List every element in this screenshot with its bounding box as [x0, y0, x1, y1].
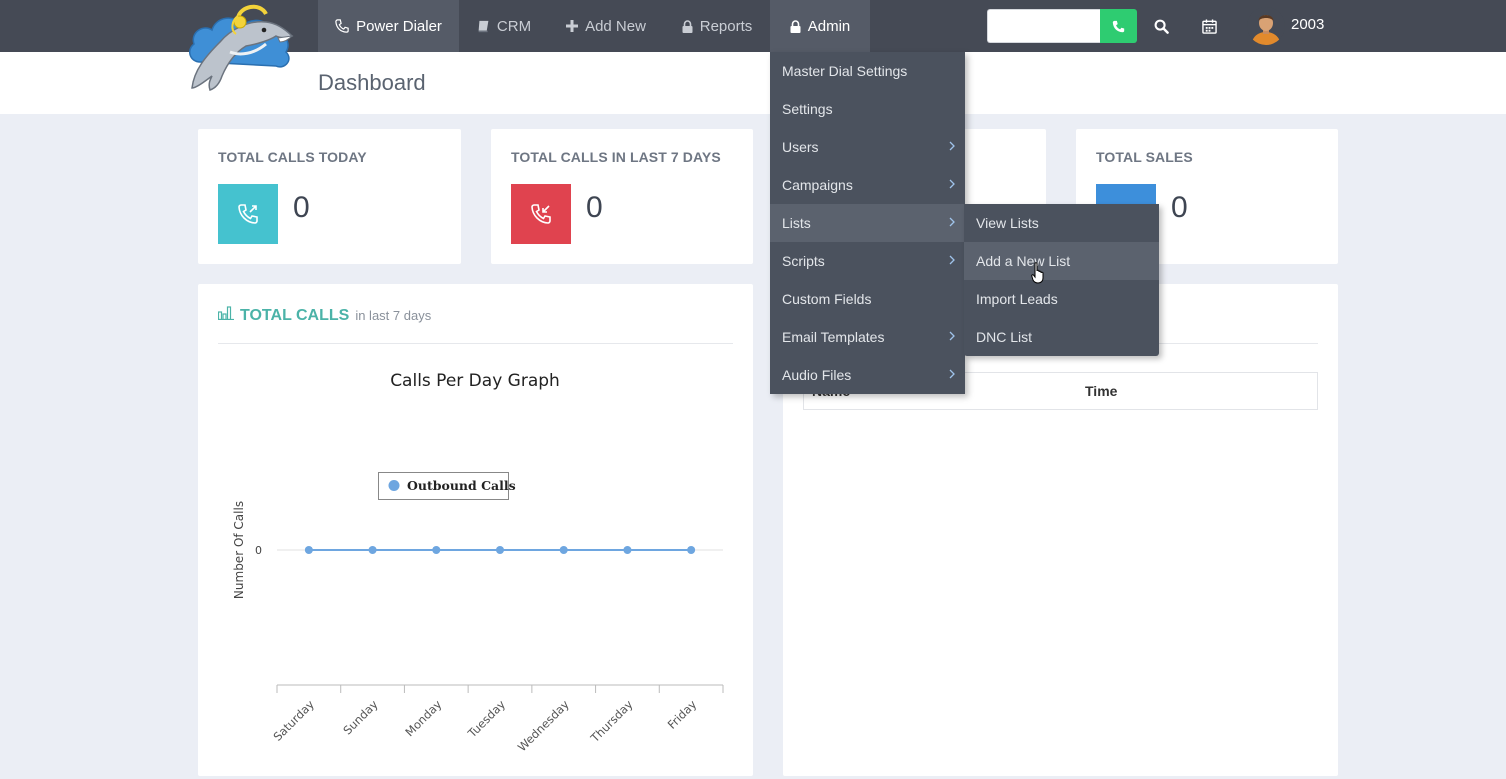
column-header-time[interactable]: Time [1085, 383, 1117, 399]
chevron-right-icon [949, 141, 955, 151]
data-point [304, 546, 313, 554]
x-tick-label: Thursday [587, 697, 636, 746]
admin-dropdown-menu: Master Dial Settings Settings Users Camp… [770, 52, 965, 394]
x-tick-label: Friday [665, 697, 700, 732]
total-calls-panel: TOTAL CALLS in last 7 days Calls Per Day… [198, 284, 753, 776]
user-avatar[interactable] [1247, 7, 1285, 45]
chevron-right-icon [949, 369, 955, 379]
phone-outgoing-icon [238, 204, 258, 224]
menu-item-label: Audio Files [782, 367, 852, 383]
nav-power-dialer[interactable]: Power Dialer [318, 0, 459, 52]
submenu-item-dnc-list[interactable]: DNC List [964, 318, 1159, 356]
menu-item-label: DNC List [976, 329, 1033, 345]
menu-item-audio-files[interactable]: Audio Files [770, 356, 965, 394]
menu-item-campaigns[interactable]: Campaigns [770, 166, 965, 204]
menu-item-label: Settings [782, 101, 833, 117]
dial-number-input[interactable] [987, 9, 1100, 43]
chevron-right-icon [949, 255, 955, 265]
menu-item-scripts[interactable]: Scripts [770, 242, 965, 280]
menu-item-email-templates[interactable]: Email Templates [770, 318, 965, 356]
lock-icon [682, 19, 693, 33]
legend-label: Outbound Calls [407, 478, 516, 493]
data-point [623, 546, 632, 554]
nav-add-new[interactable]: Add New [556, 0, 656, 52]
lock-icon [790, 19, 801, 33]
nav-reports-label: Reports [699, 17, 753, 35]
stat-card-calls-today: TOTAL CALLS TODAY 0 [198, 129, 461, 264]
stat-icon-box [218, 184, 278, 244]
chart-legend[interactable]: Outbound Calls [378, 472, 516, 500]
menu-item-label: Import Leads [976, 291, 1058, 307]
x-tick-label: Tuesday [464, 697, 508, 741]
y-tick-label: 0 [255, 544, 262, 557]
data-point [496, 546, 504, 554]
chevron-right-icon [949, 217, 955, 227]
user-extension: 2003 [1291, 16, 1325, 33]
stat-title: TOTAL SALES [1096, 149, 1193, 165]
menu-item-label: Add a New List [976, 253, 1071, 269]
y-axis-label: Number Of Calls [232, 501, 246, 599]
menu-item-custom-fields[interactable]: Custom Fields [770, 280, 965, 318]
stat-title: TOTAL CALLS TODAY [218, 149, 367, 165]
submenu-item-add-new-list[interactable]: Add a New List [964, 242, 1159, 280]
phone-icon [335, 19, 349, 33]
menu-item-label: Lists [782, 215, 811, 231]
nav-crm-label: CRM [496, 17, 532, 35]
menu-item-master-dial-settings[interactable]: Master Dial Settings [770, 52, 965, 90]
book-icon [478, 20, 489, 32]
x-tick-label: Wednesday [515, 697, 572, 754]
nav-admin[interactable]: Admin [770, 0, 870, 52]
phone-icon [1112, 20, 1125, 32]
submenu-item-import-leads[interactable]: Import Leads [964, 280, 1159, 318]
chevron-right-icon [949, 179, 955, 189]
menu-item-label: Master Dial Settings [782, 63, 908, 79]
nav-admin-label: Admin [807, 17, 851, 35]
menu-item-label: Custom Fields [782, 291, 872, 307]
phone-incoming-icon [531, 204, 551, 224]
data-point [368, 546, 377, 554]
stat-value: 0 [586, 191, 603, 224]
search-button[interactable] [1149, 14, 1173, 38]
menu-item-label: Users [782, 139, 819, 155]
legend-marker [388, 480, 400, 491]
stat-value: 0 [293, 191, 310, 224]
menu-item-label: Scripts [782, 253, 825, 269]
menu-item-settings[interactable]: Settings [770, 90, 965, 128]
hand-cursor-icon [1031, 262, 1044, 284]
x-tick-label: Sunday [340, 697, 380, 737]
submenu-item-view-lists[interactable]: View Lists [964, 204, 1159, 242]
calls-per-day-chart: Calls Per Day Graph Outbound Calls Numbe… [232, 371, 724, 754]
brand-logo[interactable] [180, 0, 310, 95]
nav-reports[interactable]: Reports [672, 0, 762, 52]
x-tick-label: Monday [402, 697, 444, 739]
menu-item-label: Email Templates [782, 329, 885, 345]
menu-item-label: Campaigns [782, 177, 853, 193]
calendar-button[interactable] [1197, 14, 1221, 38]
x-tick-label: Saturday [270, 697, 317, 744]
stat-value: 0 [1171, 191, 1188, 224]
data-point [687, 546, 696, 554]
lists-submenu: View Lists Add a New List Import Leads D… [964, 204, 1159, 356]
data-point [432, 546, 441, 554]
page-title: Dashboard [318, 70, 426, 95]
menu-item-label: View Lists [976, 215, 1039, 231]
dial-button[interactable] [1100, 9, 1137, 43]
dolphin-logo-icon [189, 4, 294, 91]
nav-power-dialer-label: Power Dialer [356, 17, 442, 35]
stat-icon-box [511, 184, 571, 244]
chart-title: Calls Per Day Graph [390, 371, 560, 391]
stat-title: TOTAL CALLS IN LAST 7 DAYS [511, 149, 721, 165]
nav-add-new-label: Add New [585, 17, 646, 35]
menu-item-lists[interactable]: Lists [770, 204, 965, 242]
menu-item-users[interactable]: Users [770, 128, 965, 166]
nav-crm[interactable]: CRM [466, 0, 542, 52]
user-avatar-icon [1247, 7, 1285, 45]
search-icon [1154, 19, 1169, 34]
plus-icon [566, 20, 579, 32]
data-point [559, 546, 568, 554]
calendar-icon [1201, 18, 1217, 34]
chevron-right-icon [949, 331, 955, 341]
stat-card-calls-7-days: TOTAL CALLS IN LAST 7 DAYS 0 [491, 129, 753, 264]
